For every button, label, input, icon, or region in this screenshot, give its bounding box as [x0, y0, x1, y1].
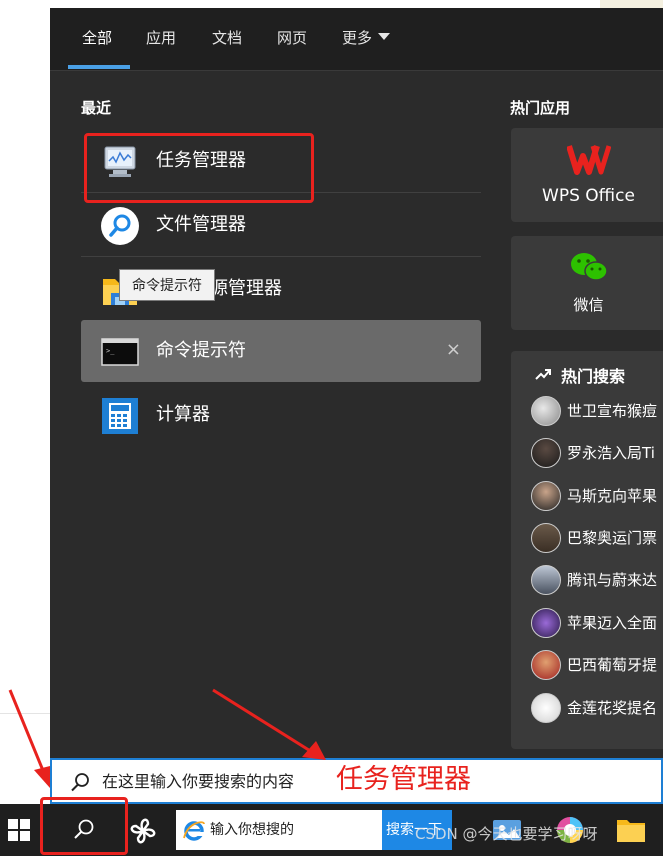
filter-tabs-bar: 全部 应用 文档 网页 更多 — [50, 8, 663, 71]
hot-apps-title: 热门应用 — [510, 99, 571, 117]
tooltip: 命令提示符 — [119, 269, 215, 301]
trending-arrow-icon — [535, 369, 551, 380]
tab-more[interactable]: 更多 — [342, 26, 391, 50]
avatar — [531, 650, 561, 680]
highlight-box-taskbar-search — [40, 797, 128, 855]
active-tab-indicator — [68, 65, 130, 69]
annotation-text: 任务管理器 — [336, 764, 471, 795]
watermark-text: CSDN @今天也要学习呀呀 — [415, 825, 598, 843]
hot-search-panel: 热门搜索 世卫宣布猴痘 罗永浩入局Ti 马斯克向苹果 巴黎奥运门票 腾讯与蔚来达… — [511, 351, 663, 749]
hot-search-title: 热门搜索 — [561, 367, 626, 386]
recent-item-calculator[interactable]: 计算器 — [81, 384, 481, 446]
recent-item-label: 计算器 — [156, 404, 210, 425]
search-placeholder: 在这里输入你要搜索的内容 — [102, 772, 295, 791]
recent-item-command-prompt[interactable]: >_ 命令提示符 × — [81, 320, 481, 382]
browser-search-text: 输入你想搜的 — [210, 822, 294, 838]
wechat-icon — [571, 253, 608, 281]
chevron-down-icon — [378, 33, 391, 40]
hot-search-text: 世卫宣布猴痘 — [567, 402, 658, 420]
hot-app-label: WPS Office — [542, 186, 635, 206]
calculator-icon — [102, 398, 138, 434]
avatar — [531, 438, 561, 468]
hot-search-item[interactable]: 巴黎奥运门票 — [511, 518, 663, 560]
hot-search-item[interactable]: 世卫宣布猴痘 — [511, 391, 663, 433]
highlight-box-task-manager — [84, 133, 314, 203]
wps-icon — [567, 145, 611, 175]
hot-search-text: 苹果迈入全面 — [567, 614, 658, 632]
search-icon — [71, 773, 89, 792]
pinwheel-icon[interactable] — [126, 814, 160, 848]
search-input[interactable]: 在这里输入你要搜索的内容 任务管理器 — [50, 758, 663, 804]
recent-item-label: 文件管理器 — [156, 214, 246, 235]
hot-search-text: 腾讯与蔚来达 — [567, 571, 658, 589]
hot-search-item[interactable]: 金莲花奖提名 — [511, 688, 663, 730]
ie-browser-icon — [183, 821, 205, 841]
start-search-panel: 全部 应用 文档 网页 更多 最近 任务管理器 文件管理器 文件资源管理器 >_… — [50, 8, 663, 758]
avatar — [531, 396, 561, 426]
recent-item-file-manager[interactable]: 文件管理器 — [81, 194, 481, 256]
remove-item-close-icon[interactable]: × — [446, 340, 461, 360]
avatar — [531, 481, 561, 511]
divider — [81, 256, 481, 257]
hot-search-item[interactable]: 马斯克向苹果 — [511, 476, 663, 518]
hot-search-text: 马斯克向苹果 — [567, 487, 658, 505]
hot-search-text: 金莲花奖提名 — [567, 699, 658, 717]
desktop-background — [0, 0, 50, 780]
tab-apps[interactable]: 应用 — [146, 26, 176, 50]
hot-search-item[interactable]: 腾讯与蔚来达 — [511, 560, 663, 602]
hot-search-item[interactable]: 罗永浩入局Ti — [511, 433, 663, 475]
hot-search-text: 巴黎奥运门票 — [567, 529, 658, 547]
avatar — [531, 523, 561, 553]
hot-search-text: 巴西葡萄牙提 — [567, 656, 658, 674]
folder-taskbar-icon[interactable] — [616, 816, 646, 844]
tab-web[interactable]: 网页 — [277, 26, 307, 50]
avatar — [531, 608, 561, 638]
windows-start-icon[interactable] — [8, 819, 30, 841]
file-manager-search-icon — [101, 207, 139, 245]
hot-search-item[interactable]: 巴西葡萄牙提 — [511, 645, 663, 687]
svg-text:>_: >_ — [106, 347, 115, 355]
desktop-background-top — [600, 0, 663, 8]
cmd-icon: >_ — [101, 338, 139, 366]
hot-search-item[interactable]: 苹果迈入全面 — [511, 603, 663, 645]
tab-documents[interactable]: 文档 — [212, 26, 242, 50]
hot-search-text: 罗永浩入局Ti — [567, 444, 655, 462]
recent-section-title: 最近 — [81, 99, 112, 117]
hot-app-label: 微信 — [573, 296, 604, 314]
hot-app-wps[interactable]: WPS Office — [511, 128, 663, 222]
hot-app-wechat[interactable]: 微信 — [511, 236, 663, 330]
avatar — [531, 565, 561, 595]
tab-all[interactable]: 全部 — [82, 26, 112, 50]
taskbar-browser-search[interactable]: 输入你想搜的 — [176, 810, 382, 850]
avatar — [531, 693, 561, 723]
tab-more-label: 更多 — [342, 29, 373, 47]
recent-item-label: 命令提示符 — [156, 340, 246, 361]
